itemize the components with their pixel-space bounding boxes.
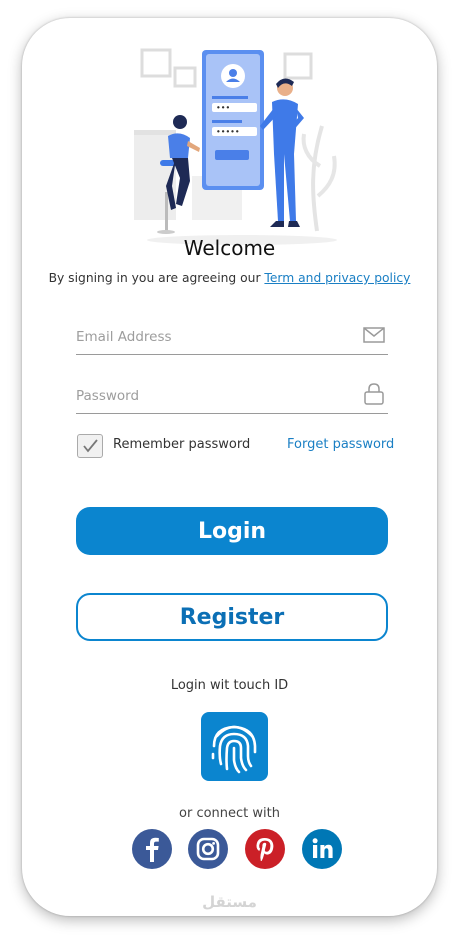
terms-prefix: By signing in you are agreeing our — [48, 271, 265, 285]
lock-icon — [364, 383, 384, 405]
svg-text:•••••: ••••• — [216, 128, 240, 137]
remember-row: Remember password — [77, 434, 277, 460]
connect-with-label: or connect with — [179, 806, 280, 821]
linkedin-icon — [312, 838, 333, 858]
remember-checkbox[interactable] — [77, 434, 103, 458]
facebook-icon — [146, 837, 159, 862]
login-illustration: ••• ••••• — [132, 48, 342, 251]
register-button[interactable]: Register — [76, 593, 388, 641]
email-input[interactable] — [76, 326, 346, 348]
checkmark-icon — [83, 439, 98, 453]
terms-text: By signing in you are agreeing our Term … — [22, 271, 437, 285]
instagram-button[interactable] — [188, 829, 228, 869]
facebook-button[interactable] — [132, 829, 172, 869]
welcome-title: Welcome — [183, 236, 276, 260]
pinterest-icon — [256, 838, 274, 861]
touch-id-label: Login wit touch ID — [170, 678, 289, 693]
remember-label: Remember password — [113, 437, 251, 452]
email-field-wrapper — [76, 320, 388, 355]
forget-password-link[interactable]: Forget password — [287, 437, 394, 452]
password-field-wrapper — [76, 379, 388, 414]
terms-link[interactable]: Term and privacy policy — [264, 271, 410, 285]
password-input[interactable] — [76, 385, 346, 407]
phone-frame: ••• ••••• Welcome By signing in you are … — [22, 18, 437, 916]
linkedin-button[interactable] — [302, 829, 342, 869]
watermark-logo: مستقل — [202, 893, 257, 911]
touch-id-button[interactable] — [201, 712, 268, 781]
instagram-icon — [196, 837, 220, 861]
fingerprint-icon — [211, 725, 257, 774]
mail-icon — [363, 327, 385, 343]
pinterest-button[interactable] — [245, 829, 285, 869]
login-button[interactable]: Login — [76, 507, 388, 555]
svg-text:•••: ••• — [216, 104, 230, 113]
